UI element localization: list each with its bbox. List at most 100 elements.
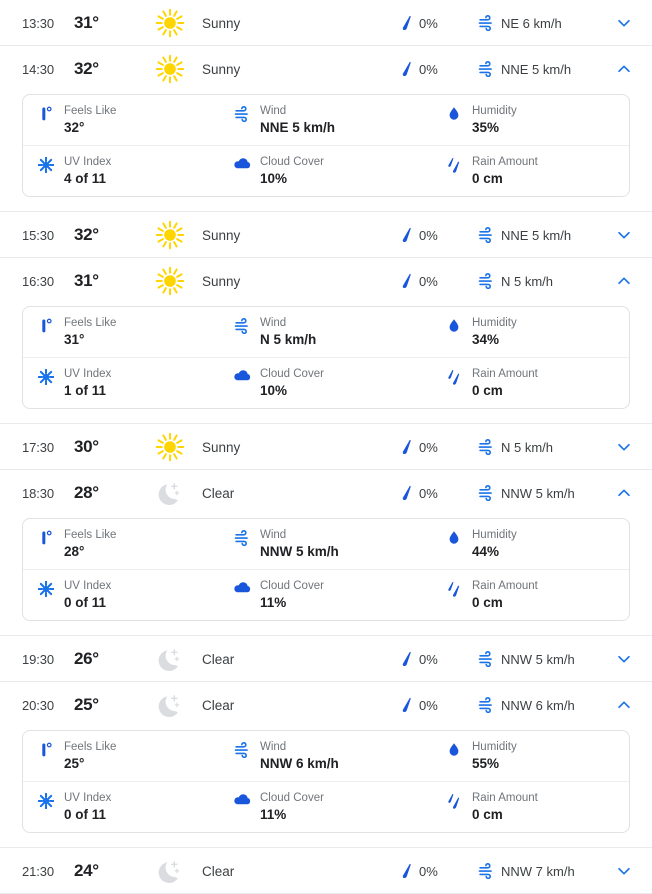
cloud-icon [233, 579, 251, 594]
forecast-hour-row[interactable]: 21:30 24° Clear 0% NNW 7 km/h [0, 848, 652, 894]
forecast-hour-block: 20:30 25° Clear 0% NNW 6 km/h Feels Like 25° Wi… [0, 682, 652, 848]
weather-condition-icon [146, 8, 194, 38]
thermometer-icon [37, 740, 55, 759]
wind-icon [233, 104, 251, 122]
sun-icon [155, 220, 185, 250]
detail-cloud-cover: Cloud Cover 10% [233, 155, 445, 187]
wind-value: NNE 5 km/h [501, 227, 572, 243]
detail-label: Wind [260, 317, 287, 329]
weather-condition-icon [146, 478, 194, 508]
forecast-hour-row[interactable]: 18:30 28° Clear 0% NNW 5 km/h [0, 470, 652, 516]
detail-humidity: Humidity 44% [445, 528, 629, 560]
cloud-icon [233, 791, 251, 806]
detail-uv-index: UV Index 0 of 11 [23, 579, 233, 611]
detail-label: UV Index [64, 792, 112, 804]
forecast-hour-block: 16:30 31° Sunny 0% N 5 km/h Feels Like 31° Wind… [0, 258, 652, 424]
forecast-hour-row[interactable]: 17:30 30° Sunny 0% N 5 km/h [0, 424, 652, 470]
hour-temperature: 31° [74, 13, 99, 32]
detail-feels-like: Feels Like 31° [23, 316, 233, 348]
forecast-hour-row[interactable]: 20:30 25° Clear 0% NNW 6 km/h [0, 682, 652, 728]
forecast-hour-row[interactable]: 14:30 32° Sunny 0% NNE 5 km/h [0, 46, 652, 92]
hourly-forecast-list: 13:30 31° Sunny 0% NE 6 km/h 14:30 32° Sunny 0% N… [0, 0, 652, 894]
precipitation-value: 0% [419, 61, 438, 77]
detail-value: 11% [260, 807, 287, 822]
detail-row-bottom: UV Index 0 of 11 Cloud Cover 11% Rain Amount… [23, 782, 629, 832]
detail-cloud-cover: Cloud Cover 10% [233, 367, 445, 399]
detail-rain-amount: Rain Amount 0 cm [445, 367, 629, 399]
wind-value: NNE 5 km/h [501, 61, 572, 77]
detail-wind: Wind NNW 6 km/h [233, 740, 445, 772]
detail-label: Humidity [472, 105, 517, 117]
water-drop-icon [445, 740, 463, 758]
wind-summary: NNW 7 km/h [478, 863, 596, 879]
rain-drops-icon [445, 791, 463, 810]
moon-icon [155, 644, 185, 674]
wind-icon [233, 528, 251, 546]
chevron-up-icon[interactable] [596, 60, 652, 78]
hour-temperature: 32° [74, 225, 99, 244]
forecast-hour-row[interactable]: 15:30 32° Sunny 0% NNE 5 km/h [0, 212, 652, 258]
wind-icon [478, 273, 495, 289]
detail-humidity: Humidity 34% [445, 316, 629, 348]
hour-condition-label: Clear [202, 485, 235, 501]
detail-rain-amount: Rain Amount 0 cm [445, 155, 629, 187]
hour-temperature: 32° [74, 59, 99, 78]
detail-humidity: Humidity 35% [445, 104, 629, 136]
hour-time: 14:30 [22, 61, 55, 77]
wind-summary: NNE 5 km/h [478, 61, 596, 77]
chevron-down-icon[interactable] [596, 226, 652, 244]
precipitation-value: 0% [419, 697, 438, 713]
chevron-up-icon[interactable] [596, 696, 652, 714]
sun-icon [155, 266, 185, 296]
thermometer-icon [37, 104, 55, 123]
detail-rain-amount: Rain Amount 0 cm [445, 791, 629, 823]
detail-label: Feels Like [64, 105, 117, 117]
weather-condition-icon [146, 432, 194, 462]
wind-summary: N 5 km/h [478, 273, 596, 289]
precipitation-chance: 0% [400, 227, 478, 243]
wind-value: NNW 7 km/h [501, 863, 575, 879]
weather-condition-icon [146, 266, 194, 296]
forecast-hour-row[interactable]: 16:30 31° Sunny 0% N 5 km/h [0, 258, 652, 304]
detail-value: 4 of 11 [64, 171, 107, 186]
chevron-down-icon[interactable] [596, 438, 652, 456]
precipitation-chance: 0% [400, 439, 478, 455]
detail-value: 10% [260, 383, 288, 398]
chevron-up-icon[interactable] [596, 272, 652, 290]
wind-icon [233, 316, 251, 334]
chevron-down-icon[interactable] [596, 862, 652, 880]
forecast-hour-block: 19:30 26° Clear 0% NNW 5 km/h [0, 636, 652, 682]
hour-condition-label: Sunny [202, 61, 241, 77]
weather-condition-icon [146, 644, 194, 674]
chevron-down-icon[interactable] [596, 14, 652, 32]
detail-value: 44% [472, 544, 500, 559]
sun-burst-icon [37, 791, 55, 809]
raindrop-icon [400, 863, 413, 879]
chevron-up-icon[interactable] [596, 484, 652, 502]
forecast-hour-row[interactable]: 13:30 31° Sunny 0% NE 6 km/h [0, 0, 652, 46]
precipitation-chance: 0% [400, 651, 478, 667]
precipitation-chance: 0% [400, 697, 478, 713]
raindrop-icon [400, 15, 413, 31]
forecast-hour-block: 15:30 32° Sunny 0% NNE 5 km/h [0, 212, 652, 258]
wind-value: N 5 km/h [501, 273, 554, 289]
chevron-down-icon[interactable] [596, 650, 652, 668]
hour-time: 17:30 [22, 439, 55, 455]
forecast-hour-block: 13:30 31° Sunny 0% NE 6 km/h [0, 0, 652, 46]
hour-condition-label: Clear [202, 651, 235, 667]
forecast-hour-block: 21:30 24° Clear 0% NNW 7 km/h [0, 848, 652, 894]
wind-summary: NNW 6 km/h [478, 697, 596, 713]
wind-icon [478, 439, 495, 455]
thermometer-icon [37, 528, 55, 547]
precipitation-chance: 0% [400, 273, 478, 289]
detail-row-top: Feels Like 32° Wind NNE 5 km/h Humidity 35% [23, 95, 629, 146]
detail-value: 25° [64, 756, 85, 771]
hour-detail-panel: Feels Like 31° Wind N 5 km/h Humidity 34% UV I… [22, 306, 630, 409]
detail-label: Rain Amount [472, 156, 538, 168]
precipitation-chance: 0% [400, 61, 478, 77]
detail-row-top: Feels Like 28° Wind NNW 5 km/h Humidity 44% [23, 519, 629, 570]
detail-value: 31° [64, 332, 85, 347]
wind-icon [234, 530, 251, 546]
detail-value: NNW 6 km/h [260, 756, 339, 771]
forecast-hour-row[interactable]: 19:30 26° Clear 0% NNW 5 km/h [0, 636, 652, 682]
